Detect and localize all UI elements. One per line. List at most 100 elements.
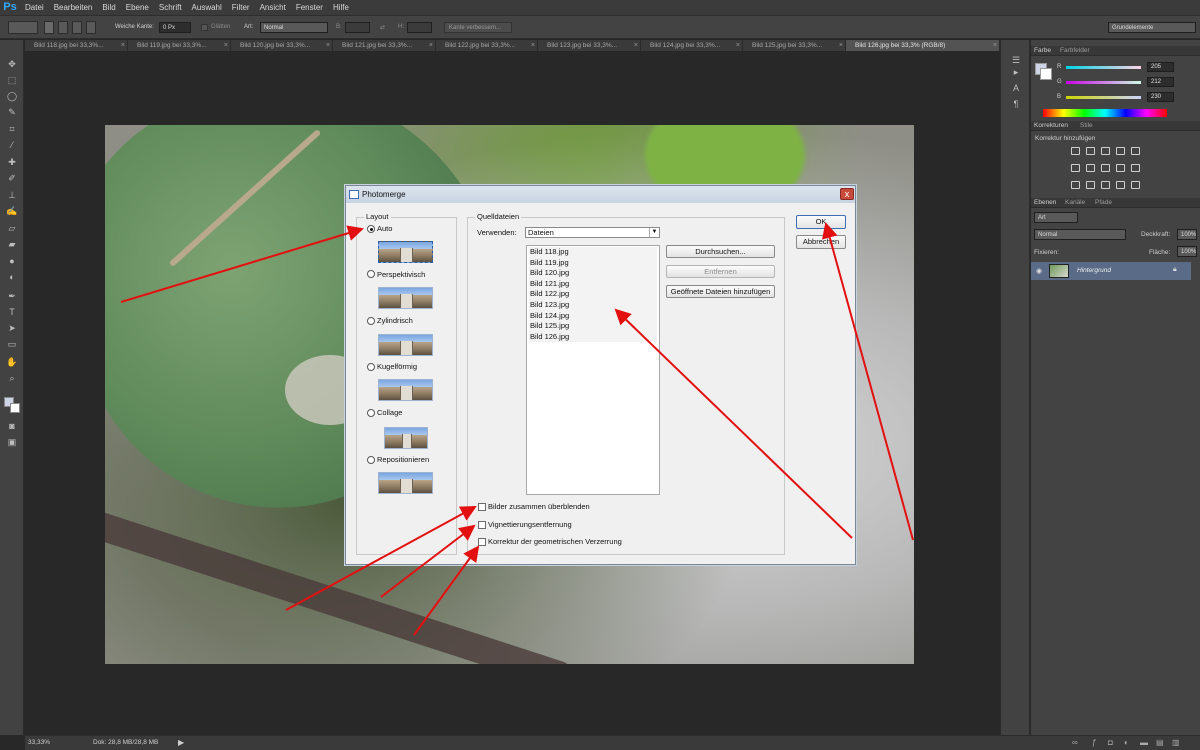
dodge-tool-icon[interactable]: ◐ bbox=[5, 271, 19, 284]
close-icon[interactable]: × bbox=[993, 40, 997, 51]
exposure-icon[interactable] bbox=[1116, 147, 1125, 155]
intersect-selection-icon[interactable] bbox=[86, 21, 96, 34]
menu-bild[interactable]: Bild bbox=[97, 0, 120, 15]
clone-stamp-icon[interactable]: ⊥ bbox=[5, 189, 19, 202]
marquee-tool-icon[interactable]: ⬚ bbox=[5, 74, 19, 87]
cancel-button[interactable]: Abbrechen bbox=[796, 235, 846, 249]
tab-stile[interactable]: Stile bbox=[1080, 122, 1093, 129]
list-item[interactable]: Bild 121.jpg bbox=[529, 278, 657, 290]
refine-edge-button[interactable]: Kante verbessern... bbox=[444, 22, 512, 33]
tab-pfade[interactable]: Pfade bbox=[1095, 199, 1112, 206]
group-icon[interactable]: ▬ bbox=[1140, 738, 1148, 747]
geometric-distortion-label[interactable]: Korrektur der geometrischen Verzerrung bbox=[488, 537, 622, 546]
close-icon[interactable]: × bbox=[531, 40, 535, 51]
tab-bild-121[interactable]: Bild 121.jpg bei 33,3%... × bbox=[333, 40, 436, 51]
add-open-files-button[interactable]: Geöffnete Dateien hinzufügen bbox=[666, 285, 775, 298]
list-item[interactable]: Bild 126.jpg bbox=[529, 331, 657, 343]
shape-tool-icon[interactable]: ▭ bbox=[5, 338, 19, 351]
crop-tool-icon[interactable]: ⌗ bbox=[5, 123, 19, 136]
zoom-level[interactable]: 33,33% bbox=[28, 739, 50, 746]
close-icon[interactable]: × bbox=[839, 40, 843, 51]
lasso-tool-icon[interactable]: ◯ bbox=[5, 90, 19, 103]
style-select[interactable]: Normal bbox=[260, 22, 328, 33]
tab-korrekturen[interactable]: Korrekturen bbox=[1034, 122, 1068, 129]
tab-farbfelder[interactable]: Farbfelder bbox=[1060, 47, 1090, 54]
menu-bearbeiten[interactable]: Bearbeiten bbox=[49, 0, 98, 15]
tab-bild-122[interactable]: Bild 122.jpg bei 33,3%... × bbox=[436, 40, 538, 51]
close-icon[interactable]: × bbox=[736, 40, 740, 51]
tab-bild-118[interactable]: Bild 118.jpg bei 33,3%... × bbox=[25, 40, 128, 51]
blue-value-input[interactable]: 230 bbox=[1147, 92, 1174, 102]
brightness-contrast-icon[interactable] bbox=[1071, 147, 1080, 155]
geometric-distortion-checkbox[interactable] bbox=[478, 538, 486, 546]
actions-panel-icon[interactable]: ▸ bbox=[1009, 66, 1023, 79]
pen-tool-icon[interactable]: ✒ bbox=[5, 290, 19, 303]
new-layer-icon[interactable]: ▤ bbox=[1156, 738, 1164, 747]
radio-collage-label[interactable]: Collage bbox=[377, 408, 402, 417]
levels-icon[interactable] bbox=[1086, 147, 1095, 155]
list-item[interactable]: Bild 118.jpg bbox=[529, 247, 657, 258]
radio-zylindrisch-label[interactable]: Zylindrisch bbox=[377, 316, 413, 325]
channel-mixer-icon[interactable] bbox=[1131, 164, 1140, 172]
menu-fenster[interactable]: Fenster bbox=[291, 0, 328, 15]
list-item[interactable]: Bild 124.jpg bbox=[529, 310, 657, 322]
hand-tool-icon[interactable]: ✋ bbox=[5, 356, 19, 369]
vibrance-icon[interactable] bbox=[1131, 147, 1140, 155]
blur-tool-icon[interactable]: ● bbox=[5, 255, 19, 268]
subtract-selection-icon[interactable] bbox=[72, 21, 82, 34]
eyedropper-tool-icon[interactable]: ⁄ bbox=[5, 139, 19, 152]
selective-color-icon[interactable] bbox=[1131, 181, 1140, 189]
quick-mask-icon[interactable]: ◙ bbox=[5, 420, 19, 433]
tab-bild-123[interactable]: Bild 123.jpg bei 33,3%... × bbox=[538, 40, 641, 51]
zoom-tool-icon[interactable]: ⌕ bbox=[5, 372, 19, 385]
radio-kugelfoermig-label[interactable]: Kugelförmig bbox=[377, 362, 417, 371]
character-panel-icon[interactable]: A bbox=[1009, 82, 1023, 95]
radio-kugelfoermig[interactable] bbox=[367, 363, 375, 371]
menu-auswahl[interactable]: Auswahl bbox=[187, 0, 227, 15]
chevron-down-icon[interactable]: ▼ bbox=[649, 228, 659, 237]
paragraph-panel-icon[interactable]: ¶ bbox=[1009, 98, 1023, 111]
fill-input[interactable]: 100% bbox=[1177, 246, 1197, 257]
gradient-tool-icon[interactable]: ▰ bbox=[5, 238, 19, 251]
color-balance-icon[interactable] bbox=[1086, 164, 1095, 172]
remove-button[interactable]: Entfernen bbox=[666, 265, 775, 278]
tab-bild-120[interactable]: Bild 120.jpg bei 33,3%... × bbox=[231, 40, 333, 51]
blend-mode-select[interactable]: Normal bbox=[1034, 229, 1126, 240]
radio-perspektivisch[interactable] bbox=[367, 270, 375, 278]
dialog-title-bar[interactable]: Photomerge bbox=[346, 186, 855, 203]
blend-images-checkbox[interactable] bbox=[478, 503, 486, 511]
add-selection-icon[interactable] bbox=[58, 21, 68, 34]
menu-ebene[interactable]: Ebene bbox=[121, 0, 154, 15]
feather-input[interactable]: 0 Px bbox=[159, 22, 191, 33]
color-spectrum-ramp[interactable] bbox=[1043, 109, 1167, 117]
tab-farbe[interactable]: Farbe bbox=[1034, 47, 1051, 54]
brush-tool-icon[interactable]: ✐ bbox=[5, 172, 19, 185]
threshold-icon[interactable] bbox=[1101, 181, 1110, 189]
list-item[interactable]: Bild 123.jpg bbox=[529, 300, 657, 311]
workspace-select[interactable]: Grundelemente bbox=[1108, 22, 1196, 33]
history-brush-icon[interactable]: ✍ bbox=[5, 205, 19, 218]
posterize-icon[interactable] bbox=[1086, 181, 1095, 189]
blue-slider[interactable] bbox=[1066, 96, 1141, 99]
type-tool-icon[interactable]: T bbox=[5, 306, 19, 319]
new-selection-icon[interactable] bbox=[44, 21, 54, 34]
close-icon[interactable]: × bbox=[326, 40, 330, 51]
radio-auto[interactable] bbox=[367, 225, 375, 233]
antialias-checkbox[interactable] bbox=[201, 24, 208, 31]
list-item[interactable]: Bild 120.jpg bbox=[529, 268, 657, 279]
mask-icon[interactable]: ◘ bbox=[1108, 738, 1113, 747]
layer-row-hintergrund[interactable]: ◉ Hintergrund 🔒︎ bbox=[1031, 262, 1191, 280]
menu-datei[interactable]: Datei bbox=[20, 0, 49, 15]
hue-saturation-icon[interactable] bbox=[1071, 164, 1080, 172]
file-list[interactable]: Bild 118.jpg Bild 119.jpg Bild 120.jpg B… bbox=[526, 245, 660, 495]
tab-kanaele[interactable]: Kanäle bbox=[1065, 199, 1085, 206]
red-value-input[interactable]: 205 bbox=[1147, 62, 1174, 72]
green-slider[interactable] bbox=[1066, 81, 1141, 84]
list-item[interactable]: Bild 122.jpg bbox=[529, 289, 657, 300]
path-select-icon[interactable]: ➤ bbox=[5, 322, 19, 335]
eraser-tool-icon[interactable]: ▱ bbox=[5, 222, 19, 235]
radio-collage[interactable] bbox=[367, 409, 375, 417]
menu-ansicht[interactable]: Ansicht bbox=[255, 0, 291, 15]
close-icon[interactable]: × bbox=[224, 40, 228, 51]
tab-bild-119[interactable]: Bild 119.jpg bei 33,3%... × bbox=[128, 40, 231, 51]
